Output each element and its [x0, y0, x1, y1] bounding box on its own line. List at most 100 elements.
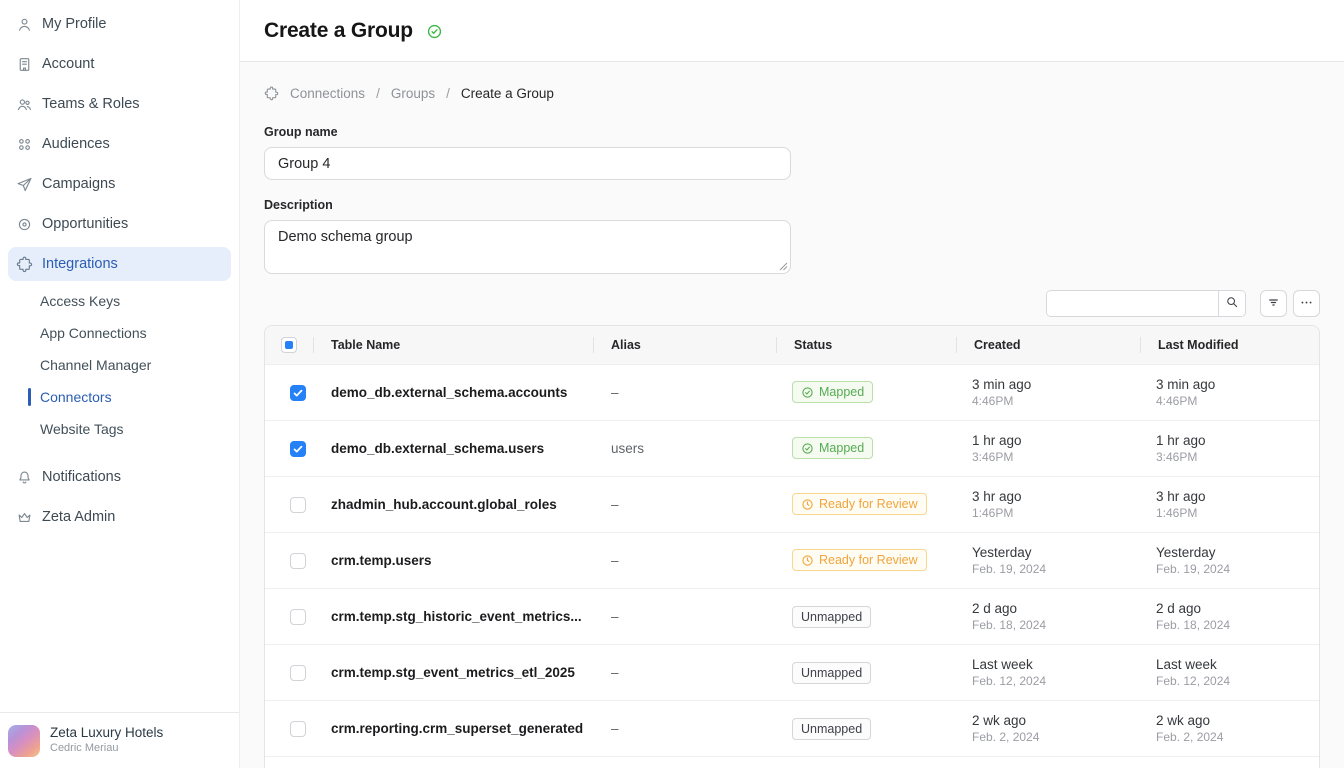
search-input[interactable] — [1047, 291, 1218, 316]
row-checkbox[interactable] — [290, 441, 306, 457]
sidebar-nav: My Profile Account Teams & Roles Audienc… — [0, 4, 239, 537]
table-name-cell: crm.temp.stg_historic_event_metrics... — [313, 609, 593, 624]
created-absolute-time: 3:46PM — [972, 450, 1140, 464]
created-cell: 1 hr ago 3:46PM — [956, 433, 1140, 464]
group-name-input[interactable] — [264, 147, 791, 180]
modified-relative-time: 3 hr ago — [1156, 489, 1319, 504]
breadcrumb-groups[interactable]: Groups — [391, 86, 435, 101]
table-row[interactable]: crm.reporting.crm_superset_generated–Unm… — [265, 700, 1319, 756]
status-cell: Ready for Review — [776, 549, 956, 572]
modified-cell: 3 hr ago 1:46PM — [1140, 489, 1319, 520]
app-window: My Profile Account Teams & Roles Audienc… — [0, 0, 1344, 768]
clock-icon — [801, 554, 814, 567]
sidebar-item-app-connections[interactable]: App Connections — [0, 317, 239, 349]
row-checkbox-cell — [265, 385, 313, 401]
select-all-cell — [265, 326, 313, 364]
created-cell: 3 min ago4:46PM — [956, 377, 1140, 408]
main-area: Create a Group Connections / Groups / Cr… — [240, 0, 1344, 768]
sidebar-item-label: Website Tags — [40, 421, 124, 437]
sidebar-item-campaigns[interactable]: Campaigns — [0, 164, 239, 204]
sidebar-item-teams-roles[interactable]: Teams & Roles — [0, 84, 239, 124]
description-textarea[interactable]: Demo schema group — [264, 220, 791, 274]
table-row[interactable]: zhadmin_hub.account.global_roles–Ready f… — [265, 476, 1319, 532]
created-absolute-time: Feb. 18, 2024 — [972, 618, 1140, 632]
puzzle-icon — [16, 256, 33, 273]
org-switcher[interactable]: Zeta Luxury Hotels Cedric Meriau — [0, 712, 239, 768]
modified-absolute-time: Feb. 18, 2024 — [1156, 618, 1319, 632]
status-cell: Ready for Review — [776, 493, 956, 516]
sidebar-item-label: Account — [42, 56, 94, 72]
sidebar-item-channel-manager[interactable]: Channel Manager — [0, 349, 239, 381]
modified-absolute-time: 1:46PM — [1156, 506, 1319, 520]
row-checkbox-cell — [265, 665, 313, 681]
created-relative-time: 2 d ago — [972, 601, 1140, 616]
alias-cell: – — [593, 721, 776, 736]
active-indicator-bar — [28, 388, 31, 406]
created-cell: 3 hr ago1:46PM — [956, 489, 1140, 520]
breadcrumb-separator: / — [376, 86, 380, 101]
more-options-button[interactable] — [1293, 290, 1320, 317]
users-icon — [16, 96, 33, 113]
modified-cell: 2 wk agoFeb. 2, 2024 — [1140, 713, 1319, 744]
search-button[interactable] — [1218, 291, 1245, 316]
sidebar-item-label: Access Keys — [40, 293, 120, 309]
created-relative-time: 1 hr ago — [972, 433, 1140, 448]
breadcrumb: Connections / Groups / Create a Group — [264, 86, 1320, 101]
created-cell: Last weekFeb. 12, 2024 — [956, 657, 1140, 688]
sidebar-item-audiences[interactable]: Audiences — [0, 124, 239, 164]
created-cell: YesterdayFeb. 19, 2024 — [956, 545, 1140, 576]
modified-relative-time: 2 d ago — [1156, 601, 1319, 616]
alias-cell: – — [593, 609, 776, 624]
table-name-cell: crm.temp.users — [313, 553, 593, 568]
description-label: Description — [264, 198, 1320, 212]
sidebar-item-integrations[interactable]: Integrations — [8, 247, 231, 281]
table-row-partial — [265, 756, 1319, 768]
status-label: Mapped — [819, 441, 864, 455]
sidebar-item-zeta-admin[interactable]: Zeta Admin — [0, 497, 239, 537]
table-name-cell: crm.temp.stg_event_metrics_etl_2025 — [313, 665, 593, 680]
created-cell: 2 d ago Feb. 18, 2024 — [956, 601, 1140, 632]
row-checkbox[interactable] — [290, 721, 306, 737]
crown-icon — [16, 509, 33, 526]
sidebar-item-access-keys[interactable]: Access Keys — [0, 285, 239, 317]
created-relative-time: 3 min ago — [972, 377, 1140, 392]
sidebar-item-account[interactable]: Account — [0, 44, 239, 84]
modified-absolute-time: 3:46PM — [1156, 450, 1319, 464]
table-row[interactable]: crm.temp.stg_event_metrics_etl_2025–Unma… — [265, 644, 1319, 700]
table-row[interactable]: crm.temp.stg_historic_event_metrics...–U… — [265, 588, 1319, 644]
modified-relative-time: Last week — [1156, 657, 1319, 672]
modified-cell: YesterdayFeb. 19, 2024 — [1140, 545, 1319, 576]
column-header-alias[interactable]: Alias — [593, 326, 776, 364]
table-row[interactable]: crm.temp.users–Ready for ReviewYesterday… — [265, 532, 1319, 588]
column-header-status[interactable]: Status — [776, 326, 956, 364]
row-checkbox-cell — [265, 721, 313, 737]
integrations-sub-menu: Access Keys App Connections Channel Mana… — [0, 285, 239, 445]
row-checkbox[interactable] — [290, 497, 306, 513]
alias-cell: – — [593, 665, 776, 680]
sidebar-item-my-profile[interactable]: My Profile — [0, 4, 239, 44]
row-checkbox[interactable] — [290, 609, 306, 625]
row-checkbox[interactable] — [290, 385, 306, 401]
breadcrumb-connections[interactable]: Connections — [290, 86, 365, 101]
filter-button[interactable] — [1260, 290, 1287, 317]
select-all-checkbox[interactable] — [281, 337, 297, 353]
sidebar-item-opportunities[interactable]: Opportunities — [0, 204, 239, 244]
breadcrumb-current: Create a Group — [461, 86, 554, 101]
table-row[interactable]: demo_db.external_schema.usersusersMapped… — [265, 420, 1319, 476]
created-absolute-time: 1:46PM — [972, 506, 1140, 520]
row-checkbox[interactable] — [290, 665, 306, 681]
status-label: Unmapped — [801, 722, 862, 736]
alias-cell: users — [593, 441, 776, 456]
description-field-wrap: Demo schema group — [264, 220, 791, 274]
column-header-created[interactable]: Created — [956, 326, 1140, 364]
filter-icon — [1266, 295, 1281, 313]
table-row[interactable]: demo_db.external_schema.accounts–Mapped3… — [265, 364, 1319, 420]
sidebar-item-website-tags[interactable]: Website Tags — [0, 413, 239, 445]
sidebar-item-connectors[interactable]: Connectors — [0, 381, 239, 413]
column-header-table-name[interactable]: Table Name — [313, 326, 593, 364]
row-checkbox[interactable] — [290, 553, 306, 569]
status-cell: Unmapped — [776, 718, 956, 740]
clock-icon — [801, 498, 814, 511]
column-header-last-modified[interactable]: Last Modified — [1140, 326, 1319, 364]
sidebar-item-notifications[interactable]: Notifications — [0, 457, 239, 497]
